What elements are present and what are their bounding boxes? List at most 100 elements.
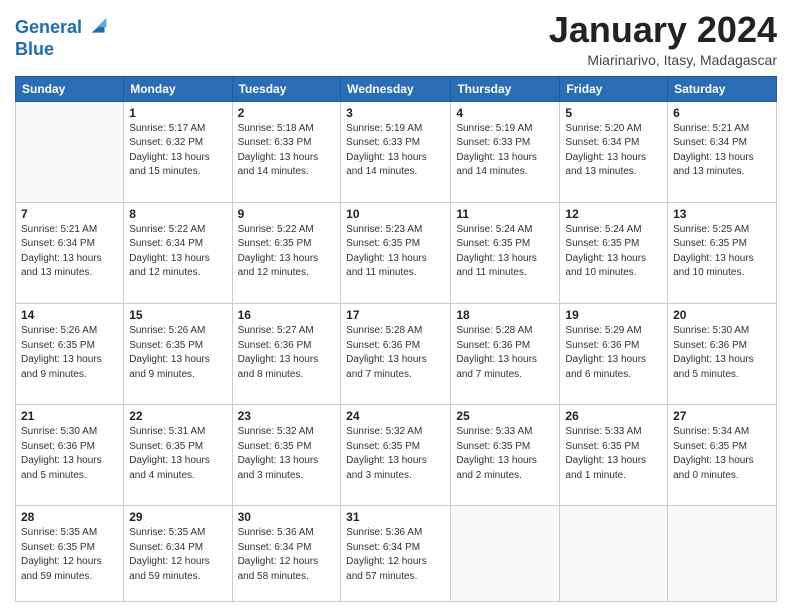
day-cell: 23 Sunrise: 5:32 AMSunset: 6:35 PMDayligh… <box>232 405 341 506</box>
day-number: 4 <box>456 106 554 120</box>
day-cell: 4 Sunrise: 5:19 AMSunset: 6:33 PMDaylight… <box>451 101 560 202</box>
day-info: Sunrise: 5:25 AMSunset: 6:35 PMDaylight:… <box>673 223 771 281</box>
day-number: 31 <box>346 510 445 524</box>
col-sunday: Sunday <box>16 76 124 101</box>
day-cell: 27 Sunrise: 5:34 AMSunset: 6:35 PMDayligh… <box>668 405 777 506</box>
day-cell: 20 Sunrise: 5:30 AMSunset: 6:36 PMDayligh… <box>668 304 777 405</box>
day-number: 17 <box>346 308 445 322</box>
day-number: 30 <box>238 510 336 524</box>
day-cell: 13 Sunrise: 5:25 AMSunset: 6:35 PMDayligh… <box>668 202 777 303</box>
col-wednesday: Wednesday <box>341 76 451 101</box>
day-info: Sunrise: 5:18 AMSunset: 6:33 PMDaylight:… <box>238 122 336 180</box>
page: General Blue January 2024 Miarinarivo, I… <box>0 0 792 612</box>
day-info: Sunrise: 5:29 AMSunset: 6:36 PMDaylight:… <box>565 324 662 382</box>
day-cell: 6 Sunrise: 5:21 AMSunset: 6:34 PMDaylight… <box>668 101 777 202</box>
day-info: Sunrise: 5:26 AMSunset: 6:35 PMDaylight:… <box>129 324 226 382</box>
day-number: 6 <box>673 106 771 120</box>
day-info: Sunrise: 5:24 AMSunset: 6:35 PMDaylight:… <box>565 223 662 281</box>
day-info: Sunrise: 5:22 AMSunset: 6:34 PMDaylight:… <box>129 223 226 281</box>
day-number: 2 <box>238 106 336 120</box>
day-info: Sunrise: 5:35 AMSunset: 6:35 PMDaylight:… <box>21 526 118 584</box>
day-number: 7 <box>21 207 118 221</box>
day-cell: 1 Sunrise: 5:17 AMSunset: 6:32 PMDaylight… <box>124 101 232 202</box>
day-number: 19 <box>565 308 662 322</box>
day-cell: 16 Sunrise: 5:27 AMSunset: 6:36 PMDayligh… <box>232 304 341 405</box>
day-info: Sunrise: 5:35 AMSunset: 6:34 PMDaylight:… <box>129 526 226 584</box>
day-info: Sunrise: 5:30 AMSunset: 6:36 PMDaylight:… <box>673 324 771 382</box>
day-number: 25 <box>456 409 554 423</box>
day-cell: 9Sunrise: 5:22 AMSunset: 6:35 PMDaylight… <box>232 202 341 303</box>
day-number: 26 <box>565 409 662 423</box>
day-cell: 28Sunrise: 5:35 AMSunset: 6:35 PMDayligh… <box>16 506 124 602</box>
day-number: 15 <box>129 308 226 322</box>
day-number: 8 <box>129 207 226 221</box>
day-number: 18 <box>456 308 554 322</box>
day-number: 3 <box>346 106 445 120</box>
day-info: Sunrise: 5:22 AMSunset: 6:35 PMDaylight:… <box>238 223 336 281</box>
day-info: Sunrise: 5:23 AMSunset: 6:35 PMDaylight:… <box>346 223 445 281</box>
day-info: Sunrise: 5:36 AMSunset: 6:34 PMDaylight:… <box>346 526 445 584</box>
day-cell: 25Sunrise: 5:33 AMSunset: 6:35 PMDayligh… <box>451 405 560 506</box>
day-cell: 30 Sunrise: 5:36 AMSunset: 6:34 PMDayligh… <box>232 506 341 602</box>
week-row-0: 1 Sunrise: 5:17 AMSunset: 6:32 PMDaylight… <box>16 101 777 202</box>
week-row-4: 28Sunrise: 5:35 AMSunset: 6:35 PMDayligh… <box>16 506 777 602</box>
day-info: Sunrise: 5:28 AMSunset: 6:36 PMDaylight:… <box>346 324 445 382</box>
col-saturday: Saturday <box>668 76 777 101</box>
day-number: 1 <box>129 106 226 120</box>
day-number: 20 <box>673 308 771 322</box>
logo-icon <box>84 14 112 42</box>
day-info: Sunrise: 5:19 AMSunset: 6:33 PMDaylight:… <box>456 122 554 180</box>
day-cell: 19 Sunrise: 5:29 AMSunset: 6:36 PMDayligh… <box>560 304 668 405</box>
day-cell: 11Sunrise: 5:24 AMSunset: 6:35 PMDayligh… <box>451 202 560 303</box>
day-number: 27 <box>673 409 771 423</box>
col-monday: Monday <box>124 76 232 101</box>
day-info: Sunrise: 5:28 AMSunset: 6:36 PMDaylight:… <box>456 324 554 382</box>
day-cell: 24Sunrise: 5:32 AMSunset: 6:35 PMDayligh… <box>341 405 451 506</box>
header-row: Sunday Monday Tuesday Wednesday Thursday… <box>16 76 777 101</box>
day-cell: 22Sunrise: 5:31 AMSunset: 6:35 PMDayligh… <box>124 405 232 506</box>
day-number: 23 <box>238 409 336 423</box>
day-cell: 14Sunrise: 5:26 AMSunset: 6:35 PMDayligh… <box>16 304 124 405</box>
week-row-3: 21Sunrise: 5:30 AMSunset: 6:36 PMDayligh… <box>16 405 777 506</box>
day-cell: 26 Sunrise: 5:33 AMSunset: 6:35 PMDayligh… <box>560 405 668 506</box>
day-cell <box>451 506 560 602</box>
header: General Blue January 2024 Miarinarivo, I… <box>15 10 777 68</box>
logo-text: General <box>15 18 82 38</box>
day-info: Sunrise: 5:21 AMSunset: 6:34 PMDaylight:… <box>21 223 118 281</box>
col-thursday: Thursday <box>451 76 560 101</box>
day-cell: 18 Sunrise: 5:28 AMSunset: 6:36 PMDayligh… <box>451 304 560 405</box>
day-number: 13 <box>673 207 771 221</box>
day-cell: 12Sunrise: 5:24 AMSunset: 6:35 PMDayligh… <box>560 202 668 303</box>
day-cell: 8 Sunrise: 5:22 AMSunset: 6:34 PMDaylight… <box>124 202 232 303</box>
day-number: 14 <box>21 308 118 322</box>
logo-line2: Blue <box>15 40 112 60</box>
title-area: January 2024 Miarinarivo, Itasy, Madagas… <box>549 10 777 68</box>
day-cell <box>668 506 777 602</box>
day-cell: 29 Sunrise: 5:35 AMSunset: 6:34 PMDayligh… <box>124 506 232 602</box>
day-cell <box>16 101 124 202</box>
location: Miarinarivo, Itasy, Madagascar <box>549 52 777 68</box>
day-number: 10 <box>346 207 445 221</box>
day-info: Sunrise: 5:34 AMSunset: 6:35 PMDaylight:… <box>673 425 771 483</box>
day-cell: 15 Sunrise: 5:26 AMSunset: 6:35 PMDayligh… <box>124 304 232 405</box>
day-info: Sunrise: 5:27 AMSunset: 6:36 PMDaylight:… <box>238 324 336 382</box>
calendar-table: Sunday Monday Tuesday Wednesday Thursday… <box>15 76 777 602</box>
day-number: 29 <box>129 510 226 524</box>
day-info: Sunrise: 5:36 AMSunset: 6:34 PMDaylight:… <box>238 526 336 584</box>
day-info: Sunrise: 5:17 AMSunset: 6:32 PMDaylight:… <box>129 122 226 180</box>
day-info: Sunrise: 5:31 AMSunset: 6:35 PMDaylight:… <box>129 425 226 483</box>
day-cell: 10 Sunrise: 5:23 AMSunset: 6:35 PMDayligh… <box>341 202 451 303</box>
day-cell <box>560 506 668 602</box>
day-cell: 7 Sunrise: 5:21 AMSunset: 6:34 PMDaylight… <box>16 202 124 303</box>
day-number: 16 <box>238 308 336 322</box>
day-cell: 31 Sunrise: 5:36 AMSunset: 6:34 PMDayligh… <box>341 506 451 602</box>
day-number: 11 <box>456 207 554 221</box>
logo: General Blue <box>15 14 112 60</box>
week-row-2: 14 Sunrise: 5:26 AMSunset: 6:35 PMDayligh… <box>16 304 777 405</box>
day-info: Sunrise: 5:32 AMSunset: 6:35 PMDaylight:… <box>346 425 445 483</box>
day-info: Sunrise: 5:32 AMSunset: 6:35 PMDaylight:… <box>238 425 336 483</box>
day-info: Sunrise: 5:33 AMSunset: 6:35 PMDaylight:… <box>565 425 662 483</box>
day-info: Sunrise: 5:21 AMSunset: 6:34 PMDaylight:… <box>673 122 771 180</box>
day-number: 5 <box>565 106 662 120</box>
day-cell: 21Sunrise: 5:30 AMSunset: 6:36 PMDayligh… <box>16 405 124 506</box>
